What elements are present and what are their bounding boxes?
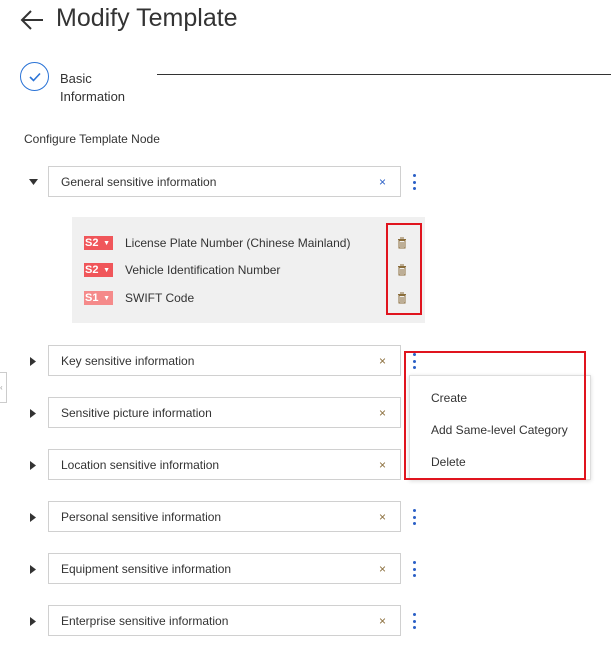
- list-item: S2 ▼ License Plate Number (Chinese Mainlan…: [84, 236, 351, 250]
- section-title: Configure Template Node: [24, 132, 160, 146]
- category-input[interactable]: Equipment sensitive information ×: [48, 553, 401, 584]
- more-options-icon[interactable]: [410, 561, 418, 577]
- step-connector: [157, 74, 611, 75]
- collapse-caret-icon[interactable]: [28, 177, 38, 187]
- clear-icon[interactable]: ×: [379, 175, 386, 189]
- sidebar-collapse-handle[interactable]: ‹: [0, 372, 7, 403]
- category-input[interactable]: General sensitive information ×: [48, 166, 401, 197]
- clear-icon[interactable]: ×: [379, 406, 386, 420]
- page-title: Modify Template: [56, 4, 238, 32]
- more-options-icon[interactable]: [410, 613, 418, 629]
- back-arrow-icon[interactable]: [18, 6, 46, 34]
- step-label: Basic Information: [60, 71, 126, 104]
- clear-icon[interactable]: ×: [379, 562, 386, 576]
- category-input[interactable]: Enterprise sensitive information ×: [48, 605, 401, 636]
- level-select[interactable]: S2 ▼: [84, 236, 113, 250]
- highlight-box: [404, 351, 586, 480]
- level-select[interactable]: S1 ▼: [84, 291, 113, 305]
- more-options-icon[interactable]: [410, 174, 418, 190]
- expand-caret-icon[interactable]: [28, 616, 38, 626]
- clear-icon[interactable]: ×: [379, 354, 386, 368]
- expand-caret-icon[interactable]: [28, 564, 38, 574]
- category-input[interactable]: Sensitive picture information ×: [48, 397, 401, 428]
- step-completed-icon: [20, 62, 49, 91]
- category-input[interactable]: Key sensitive information ×: [48, 345, 401, 376]
- list-item: S1 ▼ SWIFT Code: [84, 291, 195, 305]
- expand-caret-icon[interactable]: [28, 408, 38, 418]
- category-input[interactable]: Personal sensitive information ×: [48, 501, 401, 532]
- clear-icon[interactable]: ×: [379, 510, 386, 524]
- clear-icon[interactable]: ×: [379, 614, 386, 628]
- expand-caret-icon[interactable]: [28, 356, 38, 366]
- highlight-box: [386, 223, 422, 315]
- level-select[interactable]: S2 ▼: [84, 263, 113, 277]
- category-input[interactable]: Location sensitive information ×: [48, 449, 401, 480]
- clear-icon[interactable]: ×: [379, 458, 386, 472]
- more-options-icon[interactable]: [410, 509, 418, 525]
- list-item: S2 ▼ Vehicle Identification Number: [84, 263, 281, 277]
- expand-caret-icon[interactable]: [28, 460, 38, 470]
- expand-caret-icon[interactable]: [28, 512, 38, 522]
